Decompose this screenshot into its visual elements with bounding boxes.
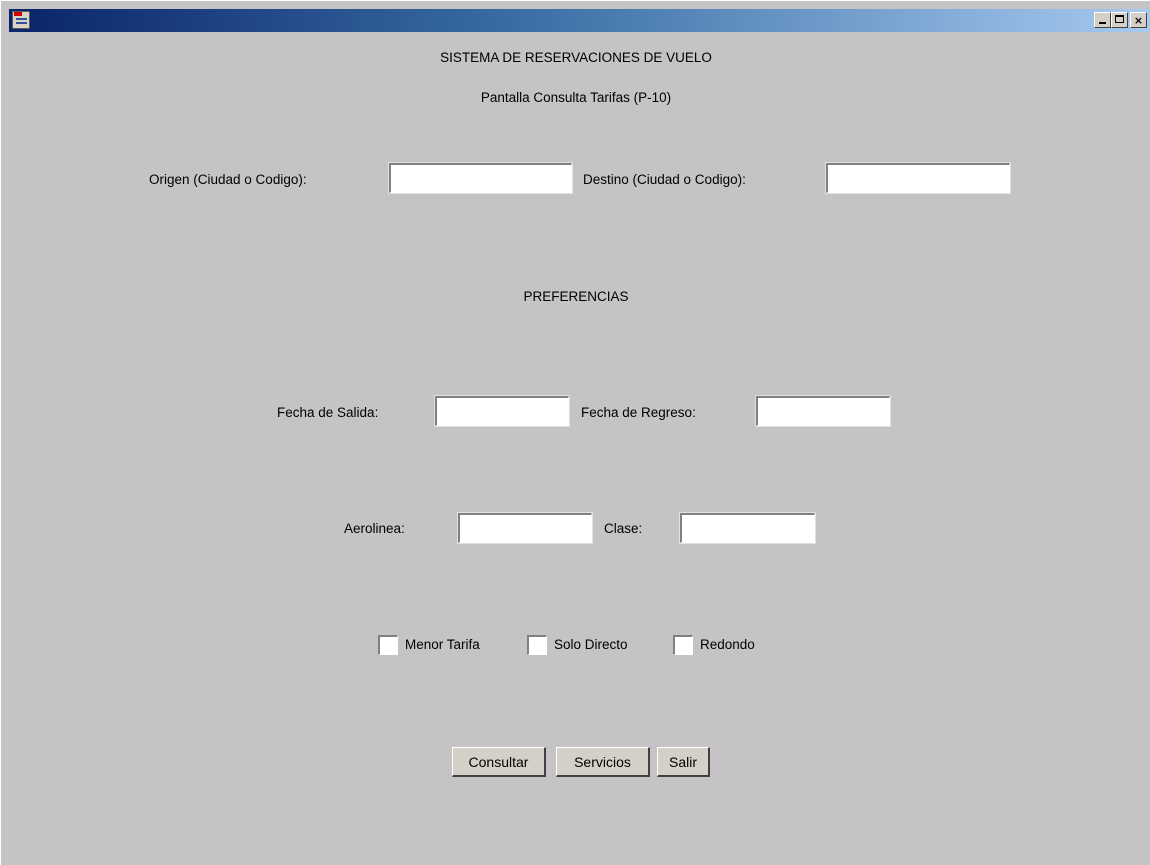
lowest-fare-label: Menor Tarifa bbox=[405, 637, 480, 652]
round-trip-checkbox[interactable] bbox=[673, 635, 693, 655]
maximize-icon[interactable] bbox=[1111, 12, 1128, 28]
screen-title: Pantalla Consulta Tarifas (P-10) bbox=[480, 90, 672, 105]
airline-label: Aerolinea: bbox=[344, 521, 405, 536]
lowest-fare-checkbox[interactable] bbox=[378, 635, 398, 655]
salir-button[interactable]: Salir bbox=[657, 747, 710, 777]
destination-input[interactable] bbox=[825, 162, 1011, 194]
servicios-button[interactable]: Servicios bbox=[556, 747, 650, 777]
airline-input[interactable] bbox=[457, 512, 593, 544]
destination-label: Destino (Ciudad o Codigo): bbox=[583, 172, 746, 187]
app-window: × SISTEMA DE RESERVACIONES DE VUELO Pant… bbox=[0, 0, 1150, 865]
close-icon[interactable]: × bbox=[1130, 12, 1147, 28]
window-controls: × bbox=[1094, 12, 1147, 29]
direct-only-checkbox[interactable] bbox=[527, 635, 547, 655]
preferences-heading: PREFERENCIAS bbox=[523, 289, 629, 304]
return-date-input[interactable] bbox=[755, 395, 891, 427]
consultar-button[interactable]: Consultar bbox=[452, 747, 546, 777]
class-input[interactable] bbox=[679, 512, 816, 544]
return-date-label: Fecha de Regreso: bbox=[581, 405, 696, 420]
round-trip-label: Redondo bbox=[700, 637, 755, 652]
system-title: SISTEMA DE RESERVACIONES DE VUELO bbox=[440, 50, 712, 65]
direct-only-label: Solo Directo bbox=[554, 637, 628, 652]
origin-input[interactable] bbox=[388, 162, 573, 194]
app-icon[interactable] bbox=[12, 11, 30, 29]
departure-date-label: Fecha de Salida: bbox=[277, 405, 379, 420]
minimize-icon[interactable] bbox=[1094, 12, 1111, 28]
class-label: Clase: bbox=[604, 521, 643, 536]
title-bar[interactable]: × bbox=[9, 9, 1150, 32]
departure-date-input[interactable] bbox=[434, 395, 570, 427]
origin-label: Origen (Ciudad o Codigo): bbox=[149, 172, 307, 187]
